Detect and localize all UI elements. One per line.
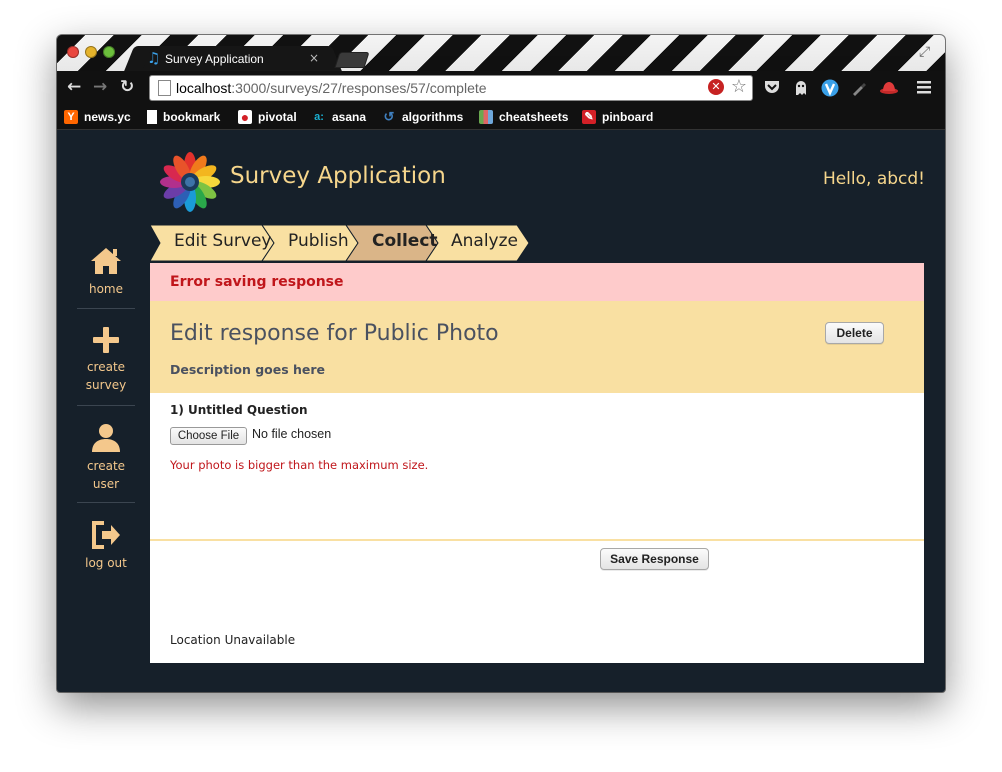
music-note-icon: ♫: [147, 49, 161, 67]
bookmark-news-yc[interactable]: Y news.yc: [64, 109, 131, 125]
browser-tab[interactable]: ♫ Survey Application ×: [139, 46, 327, 72]
sidebar-item-home[interactable]: home: [77, 246, 135, 298]
url-text[interactable]: localhost:3000/surveys/27/responses/57/c…: [176, 80, 487, 96]
step-analyze[interactable]: Analyze: [426, 225, 524, 261]
new-tab-button[interactable]: [334, 52, 370, 68]
bookmark-cheatsheets[interactable]: cheatsheets: [479, 109, 568, 125]
survey-description: Description goes here: [170, 362, 326, 377]
forward-arrow-icon[interactable]: →: [93, 79, 107, 96]
sidebar-item-create-survey[interactable]: create survey: [77, 326, 135, 394]
asana-icon: a:: [314, 111, 324, 123]
zoom-window-button[interactable]: [103, 46, 115, 58]
browser-toolbar: ← → ↻ localhost:3000/surveys/27/response…: [57, 71, 945, 105]
vimium-icon[interactable]: [821, 79, 839, 97]
sidebar-item-label: log out: [85, 556, 127, 570]
pen-tool-icon[interactable]: [850, 79, 868, 97]
menu-icon[interactable]: [915, 79, 933, 97]
pinboard-icon: ✎: [582, 110, 596, 124]
bookmark-bookmark[interactable]: bookmark: [147, 109, 220, 125]
save-response-button[interactable]: Save Response: [600, 548, 709, 570]
home-icon: [91, 248, 121, 274]
choose-file-button[interactable]: Choose File: [170, 427, 247, 445]
ghostery-icon[interactable]: [792, 79, 810, 97]
blocked-icon[interactable]: ✕: [708, 79, 724, 95]
sidebar-divider: [77, 405, 135, 406]
bookmarks-bar: Y news.yc bookmark ● pivotal a: asana ↺ …: [57, 105, 945, 130]
tab-close-icon[interactable]: ×: [309, 51, 319, 65]
user-greeting: Hello, abcd!: [822, 169, 925, 189]
browser-window: ♫ Survey Application × ⤢ ← → ↻ localhost…: [57, 35, 945, 692]
step-collect[interactable]: Collect: [346, 225, 438, 261]
bookmark-pinboard[interactable]: ✎ pinboard: [582, 109, 653, 125]
page-icon: [158, 80, 171, 96]
bookmark-pivotal[interactable]: ● pivotal: [238, 109, 297, 125]
sidebar-item-label: create user: [86, 459, 126, 491]
bookmark-asana[interactable]: a: asana: [312, 109, 366, 125]
app-title[interactable]: Survey Application: [230, 163, 446, 189]
user-icon: [92, 424, 120, 452]
step-publish[interactable]: Publish: [262, 225, 352, 261]
address-bar[interactable]: localhost:3000/surveys/27/responses/57/c…: [149, 75, 753, 101]
pocket-icon[interactable]: [763, 79, 781, 97]
error-message: Error saving response: [170, 274, 344, 290]
main-content: Error saving response Edit response for …: [150, 263, 924, 663]
location-status: Location Unavailable: [170, 633, 296, 647]
cheatsheets-icon: [479, 110, 493, 124]
form-divider: [150, 539, 924, 541]
bookmark-algorithms[interactable]: ↺ algorithms: [382, 109, 464, 125]
photo-size-error: Your photo is bigger than the maximum si…: [170, 458, 429, 472]
sidebar: home create survey create user log out: [57, 130, 157, 692]
algorithms-icon: ↺: [383, 109, 395, 124]
sidebar-item-label: home: [88, 282, 124, 296]
back-arrow-icon[interactable]: ←: [67, 79, 81, 96]
bookmark-star-icon[interactable]: ☆: [731, 77, 747, 97]
question-label: 1) Untitled Question: [170, 403, 308, 417]
sidebar-divider: [77, 308, 135, 309]
minimize-window-button[interactable]: [85, 46, 97, 58]
sidebar-item-create-user[interactable]: create user: [77, 423, 135, 493]
sidebar-item-label: create survey: [85, 360, 127, 392]
app-logo[interactable]: [159, 151, 221, 213]
logout-icon: [92, 521, 120, 549]
sidebar-divider: [77, 502, 135, 503]
page-title: Edit response for Public Photo: [170, 321, 499, 346]
error-alert: Error saving response: [150, 263, 924, 301]
step-edit-survey[interactable]: Edit Survey: [150, 225, 271, 261]
reload-icon[interactable]: ↻: [120, 79, 134, 96]
y-combinator-icon: Y: [64, 110, 78, 124]
tab-title: Survey Application: [165, 52, 264, 66]
redhat-icon[interactable]: [879, 79, 898, 97]
close-window-button[interactable]: [67, 46, 79, 58]
fullscreen-icon[interactable]: ⤢: [919, 44, 935, 60]
page-icon: [147, 110, 157, 124]
plus-icon: [93, 327, 119, 353]
pivotal-icon: ●: [238, 110, 252, 124]
sidebar-item-log-out[interactable]: log out: [77, 520, 135, 572]
delete-button[interactable]: Delete: [825, 322, 884, 344]
response-header-panel: Edit response for Public Photo Descripti…: [150, 301, 924, 393]
file-status-text: No file chosen: [252, 427, 332, 441]
